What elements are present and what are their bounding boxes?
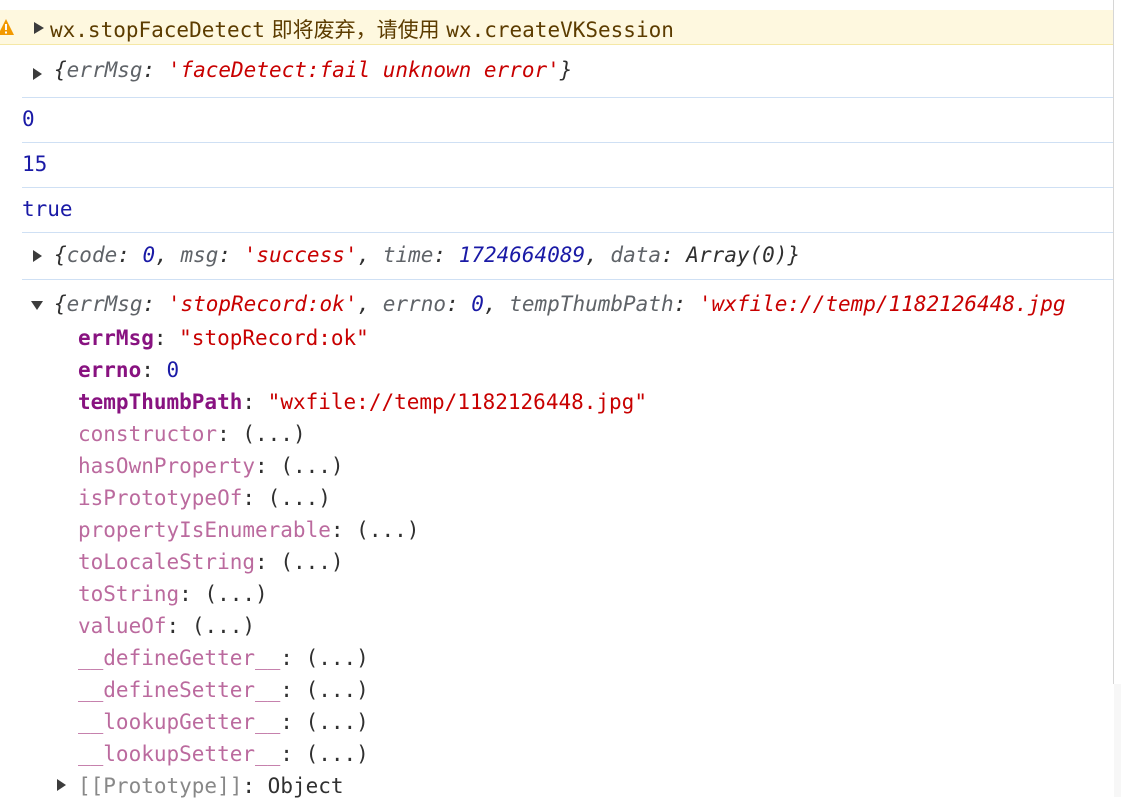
warning-text: wx.stopFaceDetect 即将废弃，请使用 wx.createVKSe… xyxy=(50,14,674,44)
deprecated-api: wx.stopFaceDetect xyxy=(50,18,265,42)
object-preview: {code: 0, msg: 'success', time: 17246640… xyxy=(54,243,801,267)
inherited-property-row[interactable]: valueOf: (...) xyxy=(78,614,255,638)
inherited-property-row[interactable]: toLocaleString: (...) xyxy=(78,550,344,574)
expand-arrow-icon[interactable] xyxy=(56,778,67,792)
inherited-property-row[interactable]: __defineSetter__: (...) xyxy=(78,678,369,702)
warning-cjk-text: 即将废弃，请使用 xyxy=(264,18,447,42)
inherited-property-row[interactable]: __lookupGetter__: (...) xyxy=(78,710,369,734)
object-preview: {errMsg: 'faceDetect:fail unknown error'… xyxy=(54,58,573,82)
prototype-row[interactable]: [[Prototype]]: Object xyxy=(78,774,344,798)
property-row: tempThumbPath: "wxfile://temp/1182126448… xyxy=(78,390,647,414)
collapse-arrow-icon[interactable] xyxy=(30,300,44,311)
inherited-property-row[interactable]: toString: (...) xyxy=(78,582,268,606)
vertical-scrollbar[interactable] xyxy=(1113,0,1121,684)
devtools-console: wx.stopFaceDetect 即将废弃，请使用 wx.createVKSe… xyxy=(0,0,1113,798)
console-log-object-response[interactable]: {code: 0, msg: 'success', time: 17246640… xyxy=(22,232,1113,280)
warning-icon xyxy=(0,19,14,35)
inherited-property-row[interactable]: propertyIsEnumerable: (...) xyxy=(78,518,419,542)
inherited-property-row[interactable]: __lookupSetter__: (...) xyxy=(78,742,369,766)
replacement-api: wx.createVKSession xyxy=(446,18,674,42)
inherited-property-row[interactable]: constructor: (...) xyxy=(78,422,306,446)
console-log-boolean: true xyxy=(22,187,1113,233)
property-row: errMsg: "stopRecord:ok" xyxy=(78,326,369,350)
console-warning-message: wx.stopFaceDetect 即将废弃，请使用 wx.createVKSe… xyxy=(0,10,1113,45)
console-log-number: 0 xyxy=(22,97,1113,143)
expand-arrow-icon[interactable] xyxy=(33,21,45,35)
inherited-property-row[interactable]: __defineGetter__: (...) xyxy=(78,646,369,670)
object-preview: {errMsg: 'stopRecord:ok', errno: 0, temp… xyxy=(54,292,1066,316)
expand-arrow-icon[interactable] xyxy=(32,249,43,263)
inherited-property-row[interactable]: isPrototypeOf: (...) xyxy=(78,486,331,510)
expand-arrow-icon[interactable] xyxy=(32,67,43,81)
console-log-object-error[interactable]: {errMsg: 'faceDetect:fail unknown error'… xyxy=(22,52,1113,98)
console-log-object-record[interactable]: {errMsg: 'stopRecord:ok', errno: 0, temp… xyxy=(0,279,1113,798)
console-log-number: 15 xyxy=(22,142,1113,188)
scrollbar-track-end xyxy=(1114,684,1121,797)
inherited-property-row[interactable]: hasOwnProperty: (...) xyxy=(78,454,344,478)
property-row: errno: 0 xyxy=(78,358,180,382)
